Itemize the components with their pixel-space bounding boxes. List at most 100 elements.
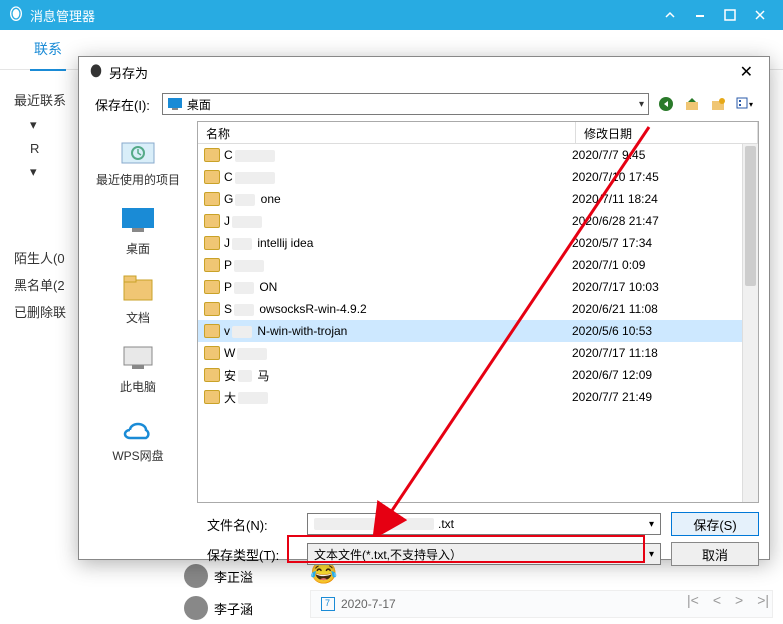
nav-last[interactable]: >|	[753, 590, 773, 610]
folder-icon	[204, 214, 220, 228]
column-date[interactable]: 修改日期	[576, 122, 758, 143]
file-row[interactable]: J 2020/6/28 21:47	[198, 210, 758, 232]
place-computer[interactable]: 此电脑	[118, 334, 158, 401]
up-icon[interactable]	[683, 95, 701, 113]
dialog-toolbar: 保存在(I): 桌面 ▾ ▾	[79, 87, 769, 121]
view-menu-icon[interactable]: ▾	[735, 95, 753, 113]
filetype-combo[interactable]: 文本文件(*.txt,不支持导入） ▾	[307, 543, 661, 565]
dialog-titlebar: 另存为 ✕	[79, 57, 769, 87]
file-date: 2020/6/21 11:08	[572, 302, 752, 316]
chat-nav: |< < > >|	[683, 590, 773, 610]
file-row[interactable]: 安 马 2020/6/7 12:09	[198, 364, 758, 386]
file-name: J intellij idea	[224, 236, 568, 250]
save-button[interactable]: 保存(S)	[671, 512, 759, 536]
folder-icon	[204, 390, 220, 404]
file-date: 2020/7/17 10:03	[572, 280, 752, 294]
folder-icon	[204, 368, 220, 382]
chat-item[interactable]: 李子涵	[180, 592, 300, 624]
chevron-down-icon: ▾	[649, 519, 654, 530]
folder-icon	[204, 280, 220, 294]
file-date: 2020/7/7 9:45	[572, 148, 752, 162]
main-title: 消息管理器	[30, 6, 95, 25]
chevron-down-icon: ▾	[649, 549, 654, 560]
file-date: 2020/7/10 17:45	[572, 170, 752, 184]
folder-icon	[204, 192, 220, 206]
new-folder-icon[interactable]	[709, 95, 727, 113]
folder-icon	[204, 302, 220, 316]
file-row[interactable]: J intellij idea 2020/5/7 17:34	[198, 232, 758, 254]
file-row[interactable]: P ON 2020/7/17 10:03	[198, 276, 758, 298]
folder-icon	[204, 346, 220, 360]
minimize-button[interactable]	[655, 3, 685, 27]
tab-contacts[interactable]: 联系	[30, 29, 66, 71]
file-list: 名称 修改日期 C 2020/7/7 9:45 C 2020/7/10 17:45 G …	[197, 121, 759, 503]
folder-icon	[204, 236, 220, 250]
file-name: G one	[224, 192, 568, 206]
file-name: 安 马	[224, 367, 568, 384]
chevron-down-icon: ▾	[639, 99, 644, 110]
file-row[interactable]: v N-win-with-trojan 2020/5/6 10:53	[198, 320, 758, 342]
save-as-dialog: 另存为 ✕ 保存在(I): 桌面 ▾ ▾ 最近使用的项目 桌面 文档	[78, 56, 770, 560]
file-row[interactable]: W 2020/7/17 11:18	[198, 342, 758, 364]
scrollbar-thumb[interactable]	[745, 146, 756, 286]
file-name: J	[224, 214, 568, 228]
dialog-bottom: 文件名(N): .txt ▾ 保存(S) 保存类型(T): 文本文件(*.txt…	[79, 503, 769, 579]
folder-icon	[204, 148, 220, 162]
place-documents[interactable]: 文档	[118, 265, 158, 332]
file-name: C	[224, 148, 568, 162]
file-name: S owsocksR-win-4.9.2	[224, 302, 568, 316]
scrollbar[interactable]	[742, 144, 758, 502]
maximize-button[interactable]	[715, 3, 745, 27]
file-name: P ON	[224, 280, 568, 294]
save-in-label: 保存在(I):	[95, 95, 150, 114]
filename-label: 文件名(N):	[197, 515, 297, 534]
file-date: 2020/5/7 17:34	[572, 236, 752, 250]
location-combo[interactable]: 桌面 ▾	[162, 93, 649, 115]
folder-icon	[204, 258, 220, 272]
nav-prev[interactable]: <	[709, 590, 725, 610]
file-list-header: 名称 修改日期	[198, 122, 758, 144]
file-row[interactable]: G one 2020/7/11 18:24	[198, 188, 758, 210]
file-date: 2020/7/1 0:09	[572, 258, 752, 272]
pin-button[interactable]	[685, 3, 715, 27]
qq-icon	[89, 63, 103, 81]
calendar-icon[interactable]	[321, 597, 335, 611]
nav-next[interactable]: >	[731, 590, 747, 610]
place-recent[interactable]: 最近使用的项目	[96, 127, 180, 194]
file-name: W	[224, 346, 568, 360]
file-name: C	[224, 170, 568, 184]
file-date: 2020/5/6 10:53	[572, 324, 752, 338]
filename-input[interactable]: .txt ▾	[307, 513, 661, 535]
blur-mask	[314, 518, 434, 530]
file-date: 2020/6/28 21:47	[572, 214, 752, 228]
places-bar: 最近使用的项目 桌面 文档 此电脑 WPS网盘	[79, 121, 197, 503]
folder-icon	[204, 324, 220, 338]
file-date: 2020/7/11 18:24	[572, 192, 752, 206]
place-desktop[interactable]: 桌面	[118, 196, 158, 263]
file-name: v N-win-with-trojan	[224, 324, 568, 338]
dialog-close-button[interactable]: ✕	[734, 60, 759, 84]
file-row[interactable]: 大 2020/7/7 21:49	[198, 386, 758, 408]
main-titlebar: 消息管理器	[0, 0, 783, 30]
nav-first[interactable]: |<	[683, 590, 703, 610]
file-name: P	[224, 258, 568, 272]
file-row[interactable]: P 2020/7/1 0:09	[198, 254, 758, 276]
back-icon[interactable]	[657, 95, 675, 113]
qq-icon	[8, 5, 24, 25]
file-row[interactable]: C 2020/7/7 9:45	[198, 144, 758, 166]
close-button[interactable]	[745, 3, 775, 27]
avatar	[184, 596, 208, 620]
file-name: 大	[224, 389, 568, 406]
file-date: 2020/7/17 11:18	[572, 346, 752, 360]
file-date: 2020/7/7 21:49	[572, 390, 752, 404]
cancel-button[interactable]: 取消	[671, 542, 759, 566]
folder-icon	[204, 170, 220, 184]
place-wps[interactable]: WPS网盘	[112, 403, 163, 470]
filetype-label: 保存类型(T):	[197, 545, 297, 564]
file-row[interactable]: C 2020/7/10 17:45	[198, 166, 758, 188]
column-name[interactable]: 名称	[198, 122, 576, 143]
dialog-title: 另存为	[109, 63, 148, 82]
desktop-icon	[167, 97, 183, 111]
file-date: 2020/6/7 12:09	[572, 368, 752, 382]
file-row[interactable]: S owsocksR-win-4.9.2 2020/6/21 11:08	[198, 298, 758, 320]
